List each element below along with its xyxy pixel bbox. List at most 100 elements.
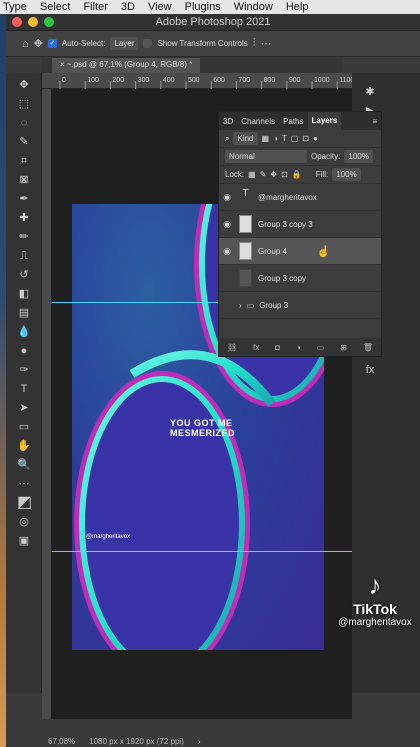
filter-type-icon[interactable]: T <box>282 134 287 143</box>
tab-3d[interactable]: 3D <box>219 117 237 126</box>
menu-type[interactable]: Type <box>3 1 27 13</box>
layer-row-group3-copy3[interactable]: ◉ Group 3 copy 3 <box>219 211 381 238</box>
folder-icon: ▭ <box>246 300 255 310</box>
lock-label: Lock: <box>225 170 245 179</box>
fill-input[interactable]: 100% <box>332 168 361 181</box>
blend-mode-dropdown[interactable]: Normal <box>225 150 307 163</box>
artboard-tool-icon[interactable]: ⬚ <box>17 97 31 111</box>
frame-tool-icon[interactable]: ⊠ <box>17 173 31 187</box>
filter-shape-icon[interactable]: ▢ <box>291 134 299 143</box>
artwork-text-line-2: MESMERIZED <box>170 428 236 438</box>
ruler-tick-label: 800 <box>264 77 276 84</box>
menu-filter[interactable]: Filter <box>83 1 107 13</box>
link-icon[interactable]: ⛓ <box>227 343 237 352</box>
menu-view[interactable]: View <box>148 1 172 13</box>
tab-paths[interactable]: Paths <box>279 117 307 126</box>
eyedropper-tool-icon[interactable]: ✒ <box>17 192 31 206</box>
type-tool-icon[interactable]: T <box>17 382 31 396</box>
layer-row-group4[interactable]: ◉ Group 4 ☝ <box>219 238 381 265</box>
filter-adjust-icon[interactable]: ◑ <box>273 134 278 143</box>
new-layer-icon[interactable]: ⊞ <box>340 343 347 352</box>
auto-select-dropdown[interactable]: Layer <box>110 37 139 50</box>
screen-mode-icon[interactable]: ▣ <box>17 534 31 548</box>
mask-icon[interactable]: ◘ <box>275 343 280 352</box>
close-tab-icon[interactable]: × <box>60 60 65 69</box>
healing-brush-tool-icon[interactable]: ✚ <box>17 211 31 225</box>
chevron-right-icon[interactable]: › <box>239 301 242 310</box>
menu-help[interactable]: Help <box>286 1 309 13</box>
blend-row: Normal Opacity: 100% <box>219 148 381 166</box>
show-transform-checkbox[interactable] <box>143 39 153 48</box>
layer-row-group3[interactable]: › ▭ Group 3 <box>219 292 381 319</box>
filter-pixel-icon[interactable]: ▦ <box>262 134 270 143</box>
brush-tool-icon[interactable]: ✏ <box>17 230 31 244</box>
move-tool-icon[interactable]: ✥ <box>17 78 31 92</box>
new-group-icon[interactable]: ▭ <box>317 343 325 352</box>
ruler-tick-label: 1000 <box>314 77 330 84</box>
quick-select-tool-icon[interactable]: ✎ <box>17 135 31 149</box>
swatches-icon[interactable]: ✱ <box>363 85 377 99</box>
trash-icon[interactable]: 🗑 <box>363 343 373 352</box>
home-icon[interactable]: ⌂ <box>22 38 29 50</box>
color-swatches-icon[interactable]: ◩ <box>17 495 32 511</box>
glyphs-icon[interactable]: fx <box>363 363 377 377</box>
eraser-tool-icon[interactable]: ◧ <box>17 287 31 301</box>
lock-move-icon[interactable]: ✥ <box>270 170 277 179</box>
filter-smart-icon[interactable]: ⊡ <box>302 134 309 143</box>
artwork-handle: @margheritavox <box>86 534 131 540</box>
lock-paint-icon[interactable]: ✎ <box>260 170 267 179</box>
eye-icon[interactable]: ◉ <box>219 246 235 257</box>
distribute-icon[interactable]: ⋯ <box>260 37 271 50</box>
tab-layers[interactable]: Layers <box>307 112 342 130</box>
pen-tool-icon[interactable]: ✑ <box>17 363 31 377</box>
filter-toggle-icon[interactable]: ● <box>313 134 318 143</box>
document-tab-label: ~.psd @ 67,1% (Group 4, RGB/8) * <box>66 60 193 69</box>
guide-line-bottom[interactable] <box>52 551 352 552</box>
blur-tool-icon[interactable]: 💧 <box>17 325 31 339</box>
menu-window[interactable]: Window <box>234 1 273 13</box>
layer-row-group3-copy[interactable]: Group 3 copy <box>219 265 381 292</box>
eye-icon[interactable]: ◉ <box>219 219 235 230</box>
status-arrow-icon[interactable]: › <box>198 737 201 746</box>
tab-channels[interactable]: Channels <box>237 117 279 126</box>
fx-icon[interactable]: fx <box>253 343 259 352</box>
quick-mask-icon[interactable]: ◎ <box>17 515 31 529</box>
menu-plugins[interactable]: Plugins <box>185 1 221 13</box>
path-select-tool-icon[interactable]: ➤ <box>17 401 31 415</box>
layer-name: Group 3 copy <box>258 273 307 283</box>
zoom-level[interactable]: 67,08% <box>48 737 75 746</box>
layers-panel: 3D Channels Paths Layers ≡ ⌕ Kind ▦ ◑ T … <box>218 111 382 357</box>
lock-artboard-icon[interactable]: ⊡ <box>281 170 288 179</box>
adjustment-icon[interactable]: ◑ <box>296 343 301 352</box>
layer-name: @margheritavox <box>258 192 317 202</box>
lasso-tool-icon[interactable]: ◌ <box>17 116 31 130</box>
align-icon[interactable]: ⫶ <box>253 37 256 50</box>
ruler-tick-label: 100 <box>87 77 99 84</box>
lock-pixels-icon[interactable]: ▦ <box>248 170 256 179</box>
zoom-tool-icon[interactable]: 🔍 <box>17 458 31 472</box>
bottom-ring-outline <box>74 371 250 650</box>
more-tools-icon[interactable]: ⋯ <box>17 477 31 491</box>
dodge-tool-icon[interactable]: ● <box>17 344 31 358</box>
stamp-tool-icon[interactable]: ⎍ <box>17 249 31 263</box>
lock-all-icon[interactable]: 🔒 <box>292 170 302 179</box>
kind-filter-dropdown[interactable]: Kind <box>233 132 258 145</box>
auto-select-checkbox[interactable]: ✓ <box>47 39 57 48</box>
panel-menu-icon[interactable]: ≡ <box>368 117 381 126</box>
menu-3d[interactable]: 3D <box>121 1 135 13</box>
opacity-input[interactable]: 100% <box>344 150 373 163</box>
layer-row-handle[interactable]: ◉ T @margheritavox <box>219 184 381 211</box>
document-tab[interactable]: × ~.psd @ 67,1% (Group 4, RGB/8) * <box>52 58 201 73</box>
gradient-tool-icon[interactable]: ▤ <box>17 306 31 320</box>
hand-tool-icon[interactable]: ✋ <box>17 439 31 453</box>
opacity-label: Opacity: <box>311 152 341 161</box>
ruler-tick-label: 900 <box>289 77 301 84</box>
artwork-text-line-1: YOU GOT ME <box>170 418 233 428</box>
rectangle-tool-icon[interactable]: ▭ <box>17 420 31 434</box>
crop-tool-icon[interactable]: ⌗ <box>17 154 31 168</box>
text-layer-icon: T <box>242 188 249 199</box>
move-tool-icon[interactable]: ✥ <box>34 37 43 50</box>
menu-select[interactable]: Select <box>40 1 71 13</box>
eye-icon[interactable]: ◉ <box>219 192 235 203</box>
history-brush-tool-icon[interactable]: ↺ <box>17 268 31 282</box>
